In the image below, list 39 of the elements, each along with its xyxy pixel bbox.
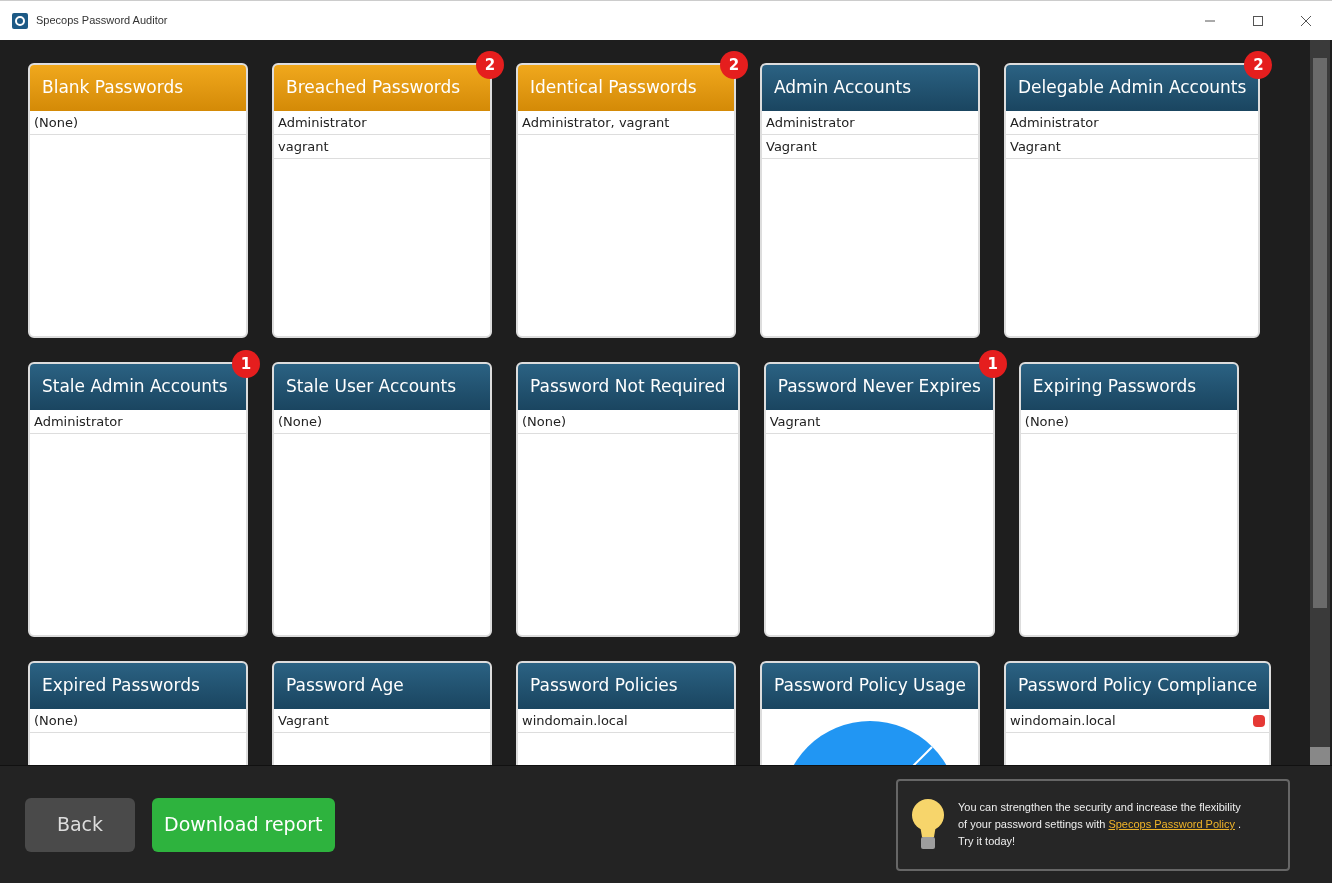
account-name: Vagrant — [1010, 137, 1061, 156]
card-title: Expired Passwords — [30, 663, 246, 709]
app-icon — [12, 12, 28, 29]
count-badge: 1 — [978, 350, 1007, 378]
account-name: Administrator — [278, 113, 367, 132]
account-name: windomain.local — [1010, 711, 1116, 730]
back-button[interactable]: Back — [25, 797, 135, 852]
card-title: Blank Passwords — [30, 65, 246, 111]
account-name: (None) — [522, 412, 567, 431]
close-icon[interactable] — [1300, 14, 1312, 27]
account-name: Vagrant — [769, 412, 821, 431]
account-name: (None) — [34, 113, 79, 132]
card-title: Password Policy Compliance — [1006, 663, 1270, 709]
account-name: Administrator — [766, 113, 855, 132]
tip-text: You can strengthen the security and increase the flexibility of your password settings with Specops Password Policy . Try it today! — [958, 800, 1243, 849]
count-badge: 2 — [720, 51, 748, 79]
count-badge: 2 — [476, 51, 504, 79]
card-title: Password Not Required — [518, 364, 738, 410]
product-link[interactable]: Specops Password Policy — [1108, 818, 1235, 830]
card-title: Stale User Accounts — [274, 364, 490, 410]
card-title: Password Policy Usage — [762, 663, 979, 709]
account-name: Administrator — [1010, 113, 1099, 132]
account-name: (None) — [278, 412, 323, 431]
card-title: Password Age — [274, 663, 490, 709]
maximize-icon[interactable] — [1252, 14, 1264, 27]
account-name: (None) — [1024, 412, 1069, 431]
account-name: Vagrant — [278, 711, 329, 730]
card-title: Expiring Passwords — [1020, 364, 1237, 410]
account-name: Administrator, vagrant — [522, 113, 670, 132]
scrollbar[interactable] — [1310, 40, 1330, 765]
account-name: Administrator — [34, 412, 123, 431]
account-name: (None) — [34, 711, 79, 730]
account-name: vagrant — [278, 137, 329, 156]
account-name: Vagrant — [766, 137, 817, 156]
account-name: windomain.local — [522, 711, 628, 730]
card-title: Admin Accounts — [762, 65, 978, 111]
card-title: Password Policies — [518, 663, 734, 709]
count-badge: 1 — [232, 350, 260, 378]
window-title: Specops Password Auditor — [36, 13, 168, 29]
